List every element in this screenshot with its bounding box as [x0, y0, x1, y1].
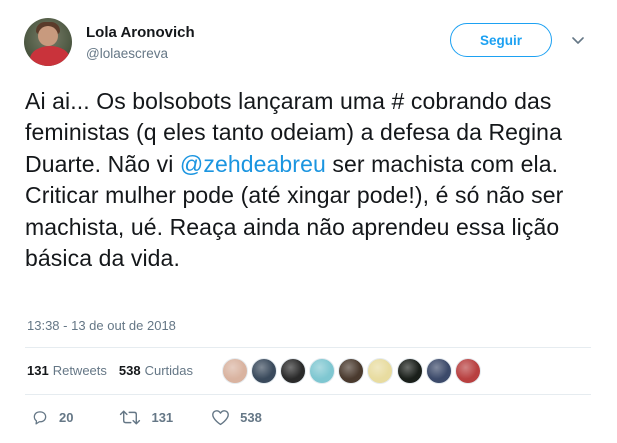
author-name[interactable]: Lola Aronovich: [86, 24, 195, 41]
liker-avatars: [222, 358, 484, 384]
reply-count: 20: [59, 410, 74, 425]
follow-button[interactable]: Seguir: [450, 23, 552, 57]
tweet-card: Lola Aronovich @lolaescreva Seguir Ai ai…: [0, 0, 617, 443]
retweet-count: 131: [151, 410, 174, 425]
divider: [25, 347, 591, 348]
likes-stat[interactable]: 538 Curtidas: [119, 363, 193, 378]
heart-icon: [212, 410, 230, 426]
liker-avatar[interactable]: [338, 358, 365, 384]
liker-avatar[interactable]: [309, 358, 336, 384]
liker-avatar[interactable]: [222, 358, 248, 384]
likes-count: 538: [118, 363, 141, 378]
like-count: 538: [240, 410, 262, 425]
retweet-button[interactable]: 131: [119, 409, 173, 426]
author-handle[interactable]: @lolaescreva: [86, 46, 168, 61]
retweets-count: 131: [27, 363, 49, 378]
liker-avatar[interactable]: [251, 358, 278, 384]
tweet-actions: 20 131 538: [31, 409, 262, 426]
liker-avatar[interactable]: [396, 358, 423, 384]
author-avatar[interactable]: [24, 18, 72, 66]
tweet-timestamp[interactable]: 13:38 - 13 de out de 2018: [27, 318, 176, 333]
tweet-stats: 131 Retweets 538 Curtidas: [27, 363, 205, 378]
like-button[interactable]: 538: [211, 409, 262, 426]
tweet-text: Ai ai... Os bolsobots lançaram uma # cob…: [25, 86, 600, 274]
chevron-down-icon[interactable]: [570, 34, 586, 48]
retweet-icon: [120, 410, 141, 425]
liker-avatar[interactable]: [367, 358, 394, 384]
reply-icon: [33, 411, 47, 425]
mention-link[interactable]: @zehdeabreu: [180, 151, 326, 177]
reply-button[interactable]: 20: [31, 409, 73, 426]
retweets-stat[interactable]: 131 Retweets: [27, 363, 107, 378]
liker-avatar[interactable]: [280, 358, 307, 384]
liker-avatar[interactable]: [454, 358, 481, 384]
retweets-label: Retweets: [52, 363, 107, 378]
divider: [25, 394, 591, 395]
likes-label: Curtidas: [144, 363, 194, 378]
liker-avatar[interactable]: [425, 358, 452, 384]
